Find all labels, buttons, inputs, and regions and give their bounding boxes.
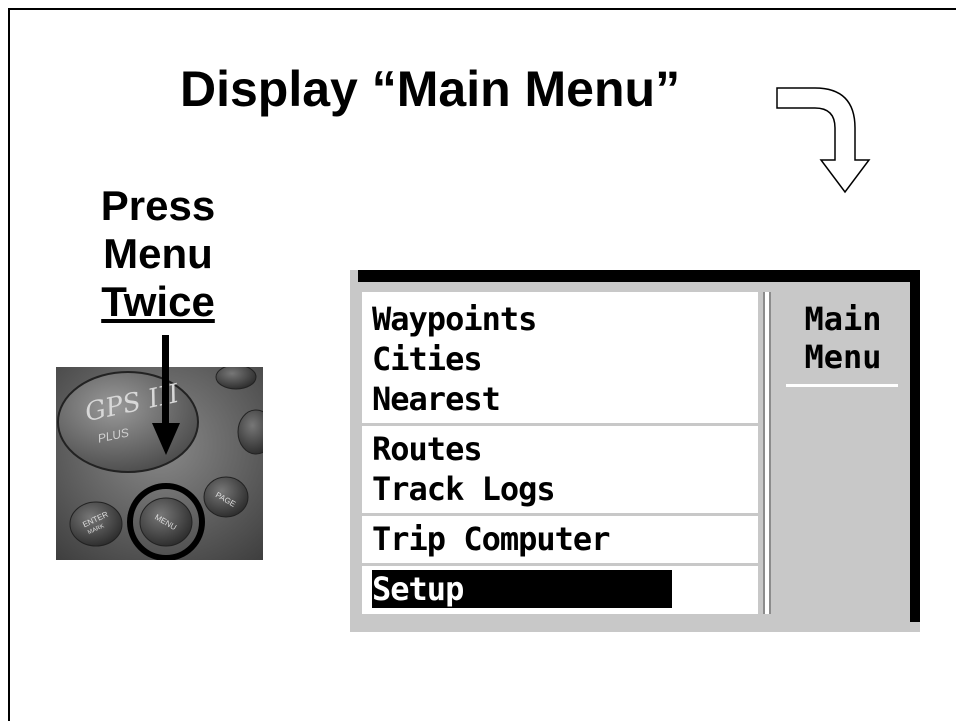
curved-down-arrow-icon [776, 87, 871, 194]
menu-item-nearest[interactable]: Nearest [372, 380, 501, 418]
screen-title-line-1: Main [804, 300, 882, 338]
screen-title-line-2: Menu [804, 338, 882, 376]
menu-separator [362, 563, 758, 566]
menu-separator [362, 513, 758, 516]
menu-separator [362, 423, 758, 426]
menu-item-trip-computer[interactable]: Trip Computer [372, 520, 610, 558]
main-menu-list: Waypoints Cities Nearest Routes Track Lo… [362, 292, 758, 614]
menu-item-setup[interactable]: Setup [372, 570, 672, 608]
gps-screen: Waypoints Cities Nearest Routes Track Lo… [350, 270, 920, 632]
menu-item-cities[interactable]: Cities [372, 340, 483, 378]
top-button [215, 367, 257, 390]
screen-title: Main Menu [788, 300, 898, 376]
screen-title-underline [786, 384, 898, 387]
screen-right-border [910, 270, 920, 622]
screen-top-border [358, 270, 920, 282]
instruction-line-3: Twice [101, 278, 215, 325]
menu-item-routes[interactable]: Routes [372, 430, 483, 468]
press-menu-instruction: Press Menu Twice [58, 182, 258, 326]
instruction-line-1: Press [100, 182, 216, 229]
down-arrow-icon [152, 335, 180, 455]
panel-divider [763, 292, 771, 614]
slide-title: Display “Main Menu” [180, 61, 681, 117]
instruction-line-2: Menu [103, 230, 213, 277]
menu-item-waypoints[interactable]: Waypoints [372, 300, 537, 338]
menu-item-track-logs[interactable]: Track Logs [372, 470, 556, 508]
